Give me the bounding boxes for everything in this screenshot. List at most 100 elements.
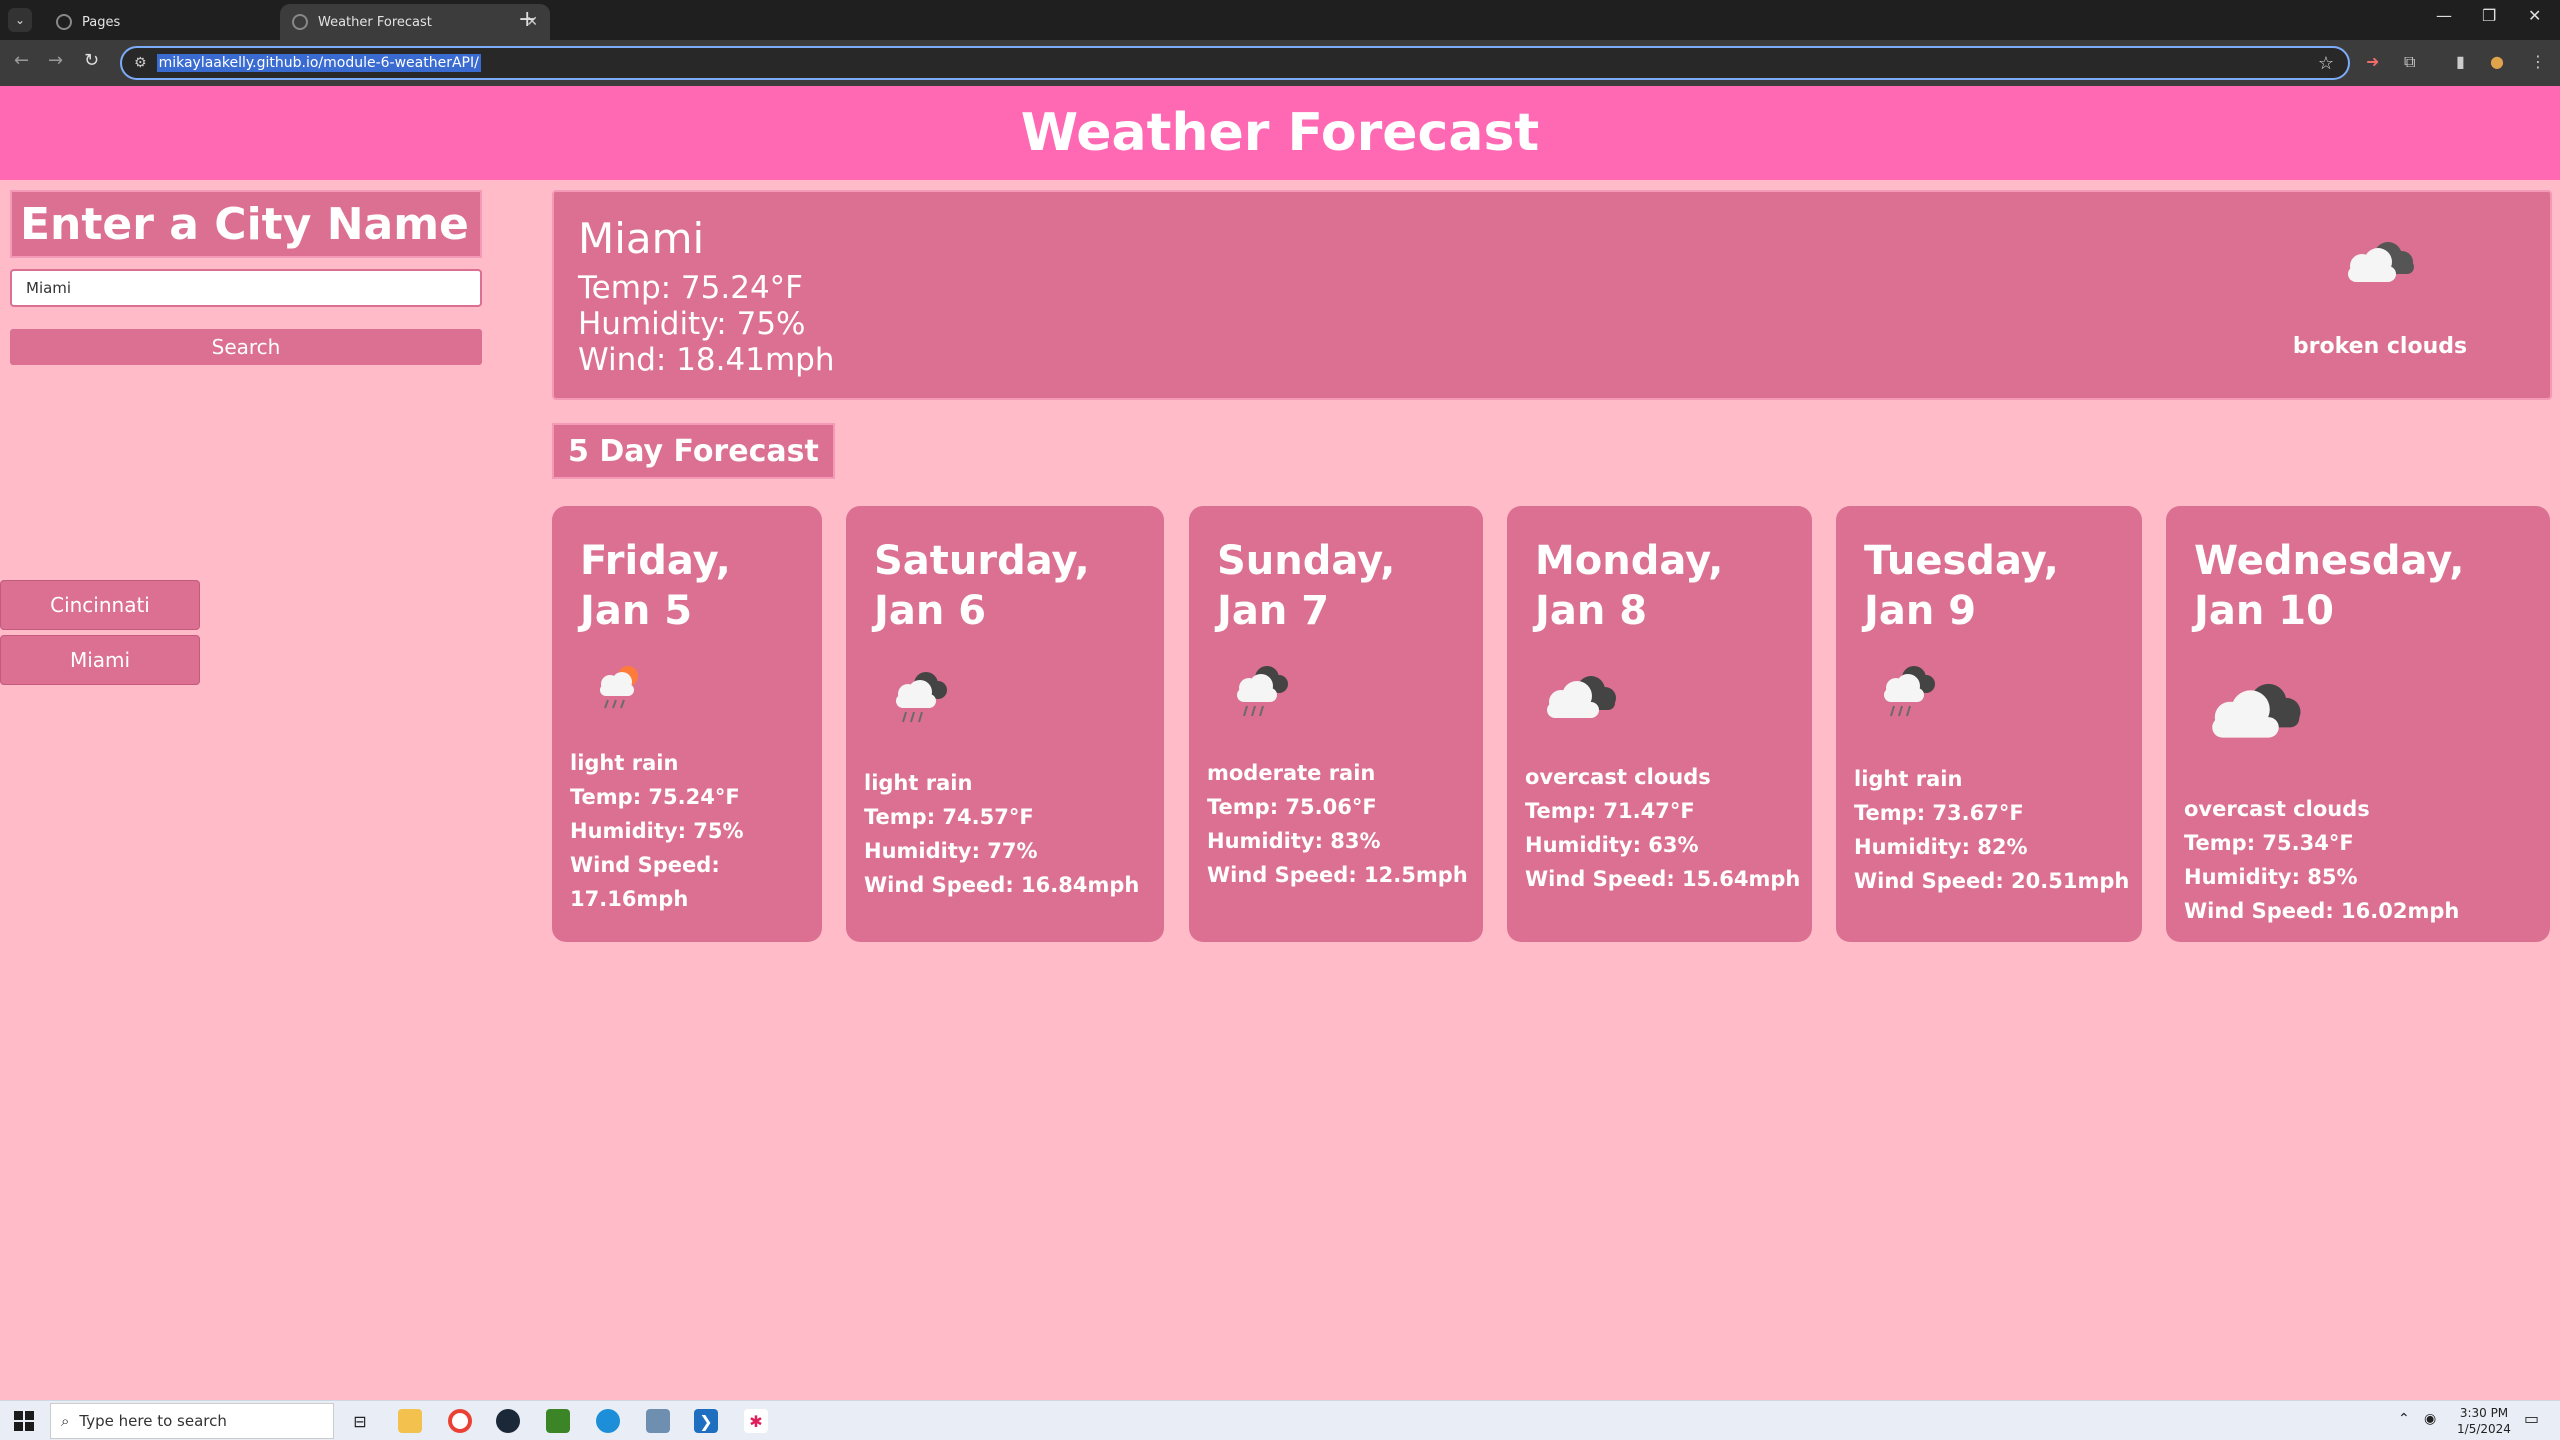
forecast-humidity: Humidity: 82%: [1854, 835, 2028, 859]
browser-tab-bar: ⌄ Pages ✕ Weather Forecast ✕ + — ❐ ✕: [0, 0, 2560, 40]
forecast-card-friday: Friday, Jan 5 light rain Temp: 75.24°F Hu…: [552, 506, 822, 942]
rain-cloud-icon: [1874, 662, 1940, 726]
browser-tab-pages[interactable]: Pages ✕: [44, 4, 314, 40]
minecraft-icon[interactable]: [546, 1409, 570, 1433]
forecast-humidity: Humidity: 85%: [2184, 865, 2358, 889]
forecast-humidity: Humidity: 63%: [1525, 833, 1699, 857]
forecast-wind: Wind Speed: 12.5mph: [1207, 863, 1468, 887]
forecast-day: Saturday, Jan 6: [874, 538, 1090, 634]
forecast-description: moderate rain: [1207, 761, 1376, 785]
rain-cloud-icon: [1227, 662, 1293, 726]
forecast-wind: Wind Speed: 16.02mph: [2184, 899, 2460, 923]
extensions-puzzle-icon[interactable]: ⧉: [2404, 52, 2415, 72]
search-heading: Enter a City Name: [10, 190, 482, 258]
forecast-details: light rain Temp: 73.67°F Humidity: 82% W…: [1854, 762, 2129, 898]
app-icon[interactable]: [646, 1409, 670, 1433]
clock-time: 3:30 PM: [2459, 1406, 2509, 1420]
overcast-clouds-icon: [1539, 670, 1625, 730]
os-taskbar: ⌕ Type here to search ⊟ ❯ ✱ ⌃ ◉ 3:30 PM …: [0, 1400, 2560, 1440]
forecast-temp: Temp: 75.34°F: [2184, 831, 2354, 855]
restore-icon[interactable]: ❐: [2482, 6, 2496, 25]
current-description: broken clouds: [2292, 334, 2468, 359]
site-info-icon[interactable]: ⚙: [134, 55, 147, 71]
forward-icon[interactable]: →: [48, 50, 63, 71]
minimize-icon[interactable]: —: [2436, 6, 2452, 25]
forecast-description: light rain: [1854, 767, 1963, 791]
address-bar[interactable]: ⚙ mikaylaakelly.github.io/module-6-weath…: [120, 46, 2350, 80]
forecast-card-saturday: Saturday, Jan 6 light rain Temp: 74.57°F …: [846, 506, 1164, 942]
back-icon[interactable]: ←: [14, 50, 29, 71]
edge-icon[interactable]: [596, 1409, 620, 1433]
forecast-wind: Wind Speed: 17.16mph: [570, 853, 720, 911]
weather-page: Weather Forecast Enter a City Name Searc…: [0, 86, 2560, 1400]
forecast-description: light rain: [570, 751, 679, 775]
forecast-humidity: Humidity: 83%: [1207, 829, 1381, 853]
new-tab-button[interactable]: +: [518, 8, 536, 32]
forecast-humidity: Humidity: 75%: [570, 819, 744, 843]
vscode-icon[interactable]: ❯: [694, 1409, 718, 1433]
page-title: Weather Forecast: [1020, 103, 1540, 163]
reload-icon[interactable]: ↻: [84, 50, 99, 71]
forecast-details: overcast clouds Temp: 75.34°F Humidity: …: [2184, 792, 2459, 928]
forecast-card-wednesday: Wednesday, Jan 10 overcast clouds Temp: 7…: [2166, 506, 2550, 942]
close-window-icon[interactable]: ✕: [2528, 6, 2541, 25]
forecast-day: Wednesday, Jan 10: [2194, 538, 2465, 634]
forecast-card-tuesday: Tuesday, Jan 9 light rain Temp: 73.67°F H…: [1836, 506, 2142, 942]
current-temp: Temp: 75.24°F: [578, 270, 803, 306]
windows-start-icon[interactable]: [14, 1411, 34, 1431]
notification-icon[interactable]: ▭: [2524, 1411, 2539, 1427]
steam-icon[interactable]: [496, 1409, 520, 1433]
forecast-description: overcast clouds: [2184, 797, 2370, 821]
forecast-card-monday: Monday, Jan 8 overcast clouds Temp: 71.47…: [1507, 506, 1812, 942]
history-button-miami[interactable]: Miami: [0, 635, 200, 685]
city-search-input[interactable]: [10, 269, 482, 307]
bookmark-star-icon[interactable]: ☆: [2318, 53, 2334, 74]
tab-favicon-icon: [292, 14, 308, 30]
forecast-wind: Wind Speed: 20.51mph: [1854, 869, 2130, 893]
extension-icon[interactable]: ➜: [2366, 52, 2379, 71]
forecast-day: Tuesday, Jan 9: [1864, 538, 2059, 634]
forecast-temp: Temp: 73.67°F: [1854, 801, 2024, 825]
tab-title: Weather Forecast: [318, 14, 432, 30]
overcast-clouds-icon: [2202, 676, 2312, 752]
taskbar-search-box[interactable]: ⌕ Type here to search: [50, 1403, 334, 1439]
forecast-wind: Wind Speed: 15.64mph: [1525, 867, 1801, 891]
light-rain-sun-icon: [590, 662, 650, 718]
tab-search-button[interactable]: ⌄: [8, 8, 32, 32]
forecast-day: Monday, Jan 8: [1535, 538, 1724, 634]
side-panel-icon[interactable]: ▮: [2456, 52, 2465, 71]
current-weather-panel: Miami Temp: 75.24°F Humidity: 75% Wind: …: [552, 190, 2552, 400]
tab-title: Pages: [82, 14, 121, 30]
task-view-icon[interactable]: ⊟: [348, 1409, 372, 1433]
browser-toolbar: ← → ↻ ⚙ mikaylaakelly.github.io/module-6…: [0, 40, 2560, 86]
forecast-day: Sunday, Jan 7: [1217, 538, 1396, 634]
taskbar-search-placeholder: Type here to search: [79, 1412, 227, 1430]
clock[interactable]: 3:30 PM 1/5/2024: [2448, 1405, 2520, 1437]
page-header: Weather Forecast: [0, 86, 2560, 180]
menu-kebab-icon[interactable]: ⋮: [2530, 52, 2546, 71]
broken-clouds-icon: [2340, 236, 2420, 296]
rain-cloud-icon: [886, 668, 952, 732]
file-explorer-icon[interactable]: [398, 1409, 422, 1433]
forecast-card-sunday: Sunday, Jan 7 moderate rain Temp: 75.06°F…: [1189, 506, 1483, 942]
slack-icon[interactable]: ✱: [744, 1409, 768, 1433]
forecast-details: light rain Temp: 74.57°F Humidity: 77% W…: [864, 766, 1139, 902]
forecast-heading: 5 Day Forecast: [552, 423, 835, 479]
tray-chevron-icon[interactable]: ⌃: [2398, 1411, 2410, 1427]
forecast-temp: Temp: 71.47°F: [1525, 799, 1695, 823]
current-humidity: Humidity: 75%: [578, 306, 806, 342]
clock-date: 1/5/2024: [2457, 1422, 2511, 1436]
forecast-temp: Temp: 74.57°F: [864, 805, 1034, 829]
browser-tab-weather[interactable]: Weather Forecast ✕: [280, 4, 550, 40]
forecast-humidity: Humidity: 77%: [864, 839, 1038, 863]
search-button[interactable]: Search: [10, 329, 482, 365]
profile-avatar-icon[interactable]: ●: [2490, 52, 2504, 71]
history-button-cincinnati[interactable]: Cincinnati: [0, 580, 200, 630]
forecast-details: moderate rain Temp: 75.06°F Humidity: 83…: [1207, 756, 1468, 892]
forecast-temp: Temp: 75.24°F: [570, 785, 740, 809]
forecast-details: overcast clouds Temp: 71.47°F Humidity: …: [1525, 760, 1800, 896]
network-icon[interactable]: ◉: [2424, 1411, 2436, 1427]
chrome-icon[interactable]: [448, 1409, 472, 1433]
url-text: mikaylaakelly.github.io/module-6-weather…: [156, 54, 481, 72]
forecast-temp: Temp: 75.06°F: [1207, 795, 1377, 819]
